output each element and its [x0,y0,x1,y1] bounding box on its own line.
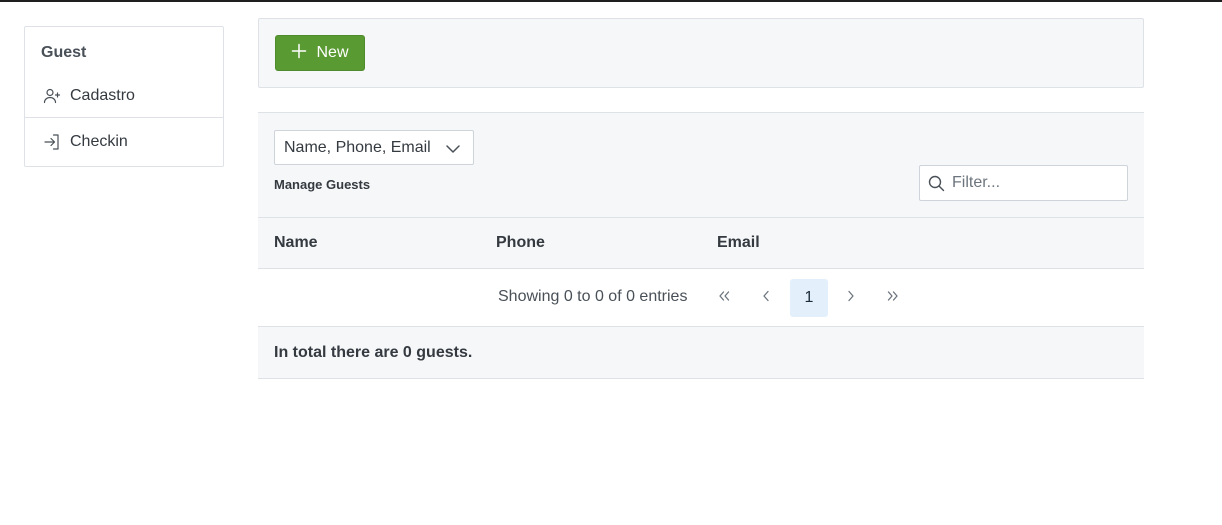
plus-icon [291,43,307,64]
page-button[interactable]: 1 [790,279,828,317]
search-icon [928,175,945,197]
last-page-button[interactable] [874,279,912,317]
sidebar-group-title: Guest [41,44,87,61]
previous-page-button[interactable] [747,279,785,317]
chevron-right-icon [843,288,859,309]
sidebar-menu: Guest Cadastro Checkin [24,26,224,167]
new-button-label: New [316,44,349,61]
table-title: Manage Guests [274,177,371,192]
column-header-email[interactable]: Email [717,234,760,252]
table-header-row: Name Phone Email [258,217,1144,269]
sidebar-item-label: Cadastro [70,87,135,104]
chevron-down-icon [445,141,461,162]
filter-input[interactable] [952,170,1122,196]
total-summary: In total there are 0 guests. [274,344,473,361]
toolbar: New [258,18,1144,88]
sidebar-item-cadastro[interactable]: Cadastro [25,74,223,118]
table-caption: Name, Phone, Email Manage Guests [258,112,1144,217]
paginator-info: Showing 0 to 0 of 0 entries [498,288,688,305]
filter-field [919,165,1128,201]
table-footer: In total there are 0 guests. [258,327,1144,379]
column-header-name[interactable]: Name [274,234,318,252]
new-button[interactable]: New [275,35,365,71]
guests-table: Name, Phone, Email Manage Guests Name Ph… [258,112,1144,379]
paginator: Showing 0 to 0 of 0 entries 1 [258,269,1144,327]
sidebar-item-label: Checkin [70,133,128,150]
first-page-button[interactable] [705,279,743,317]
chevrons-right-icon [885,288,901,309]
columns-multiselect-value: Name, Phone, Email [284,138,431,156]
next-page-button[interactable] [832,279,870,317]
chevrons-left-icon [716,288,732,309]
column-header-phone[interactable]: Phone [496,234,545,252]
sign-in-icon [42,132,62,152]
sidebar-item-checkin[interactable]: Checkin [25,122,223,162]
user-plus-icon [42,86,62,106]
sidebar-divider [25,117,223,118]
chevron-left-icon [758,288,774,309]
columns-multiselect[interactable]: Name, Phone, Email [274,130,474,165]
top-border [0,0,1222,2]
